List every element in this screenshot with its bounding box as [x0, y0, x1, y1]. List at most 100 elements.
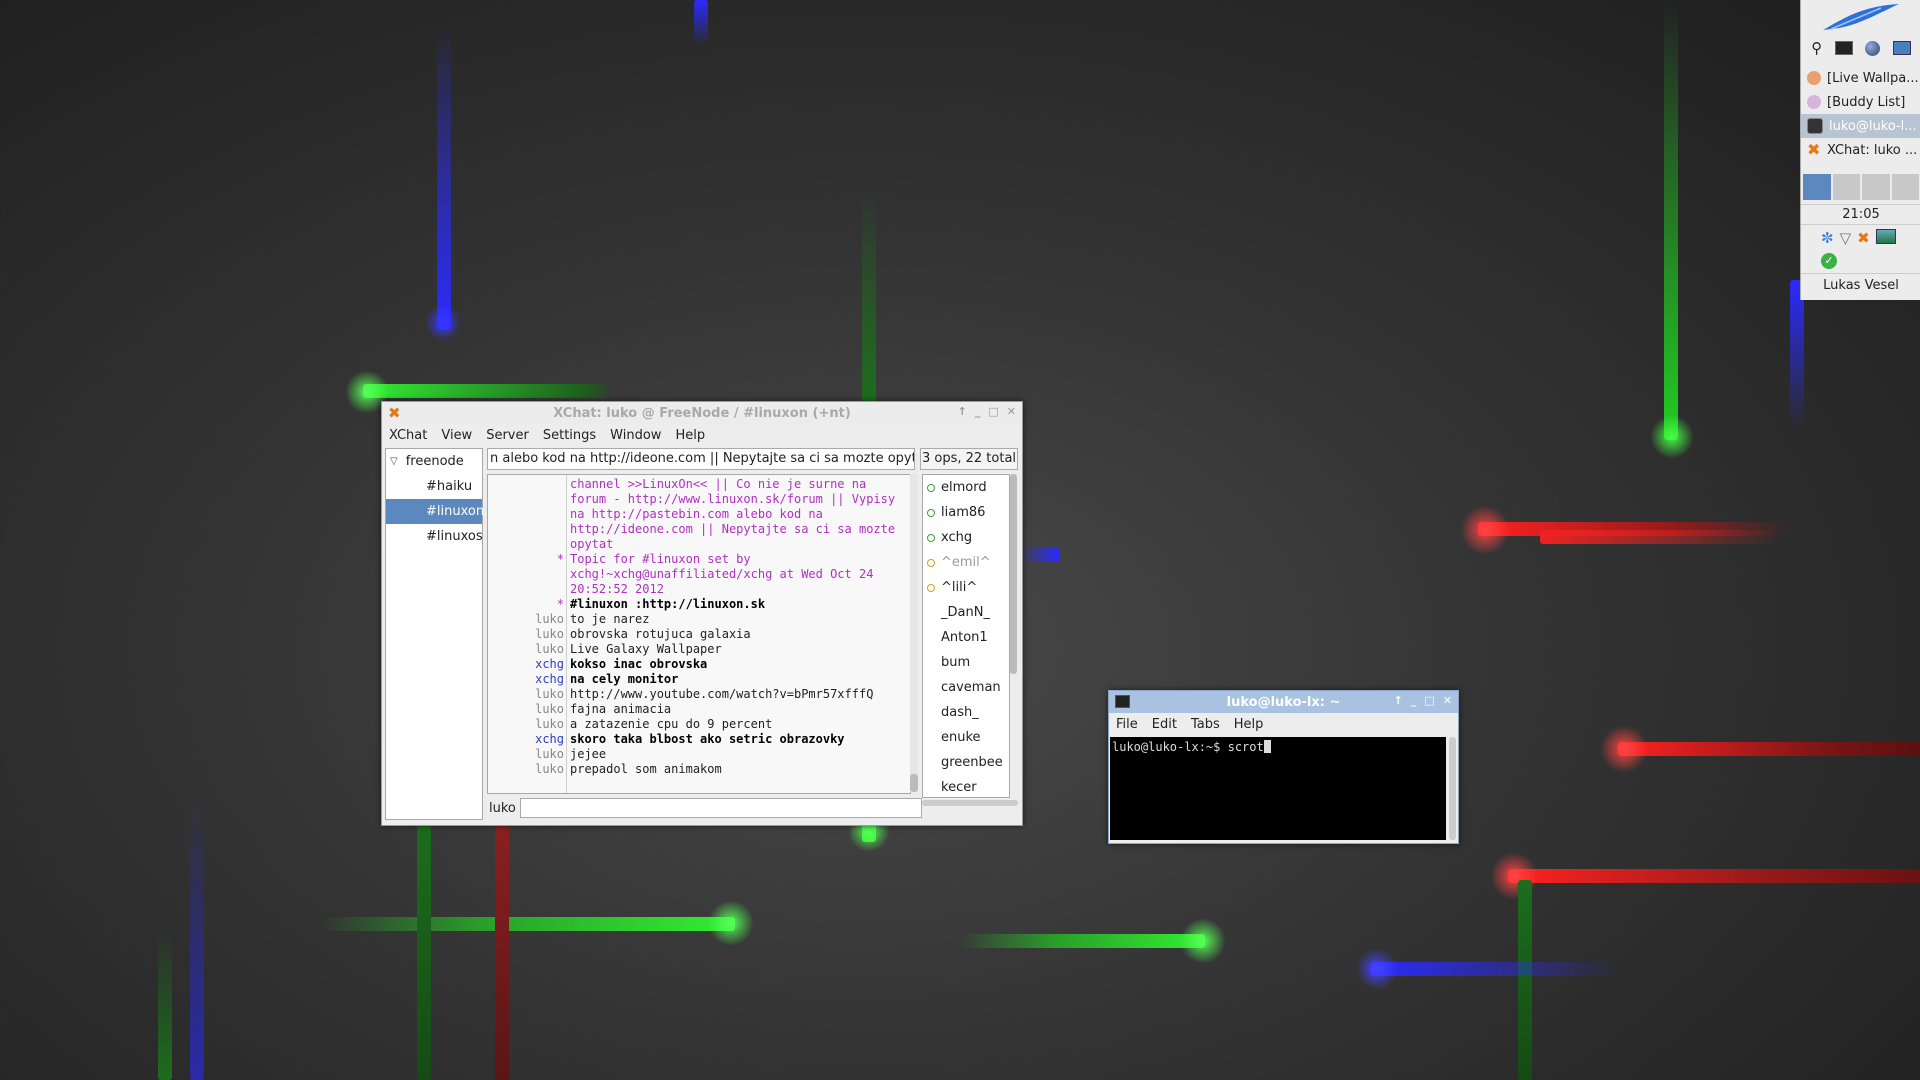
chat-nick[interactable]: * — [488, 597, 570, 612]
updates-icon[interactable]: ✼ — [1821, 229, 1834, 247]
user-list-item[interactable]: greenbee — [923, 750, 1009, 775]
task-terminal[interactable]: luko@luko-l... — [1801, 114, 1920, 138]
chat-nick[interactable] — [488, 522, 570, 537]
tree-channel-haiku[interactable]: #haiku — [386, 474, 482, 499]
task-buddy-list[interactable]: [Buddy List] — [1801, 90, 1920, 114]
expander-icon[interactable]: ▽ — [390, 456, 398, 467]
tree-channel-linuxon[interactable]: #linuxon — [386, 499, 484, 524]
menu-xchat[interactable]: XChat — [382, 428, 434, 443]
chat-nick[interactable]: luko — [488, 717, 570, 732]
menu-view[interactable]: View — [434, 428, 479, 443]
tree-network[interactable]: ▽ freenode — [386, 449, 482, 474]
terminal-scrollbar[interactable] — [1449, 737, 1456, 840]
xchat-tray-icon[interactable]: ✖ — [1857, 229, 1870, 247]
shade-icon[interactable]: ↑ — [1394, 694, 1403, 707]
chat-nick[interactable]: luko — [488, 702, 570, 717]
user-status-icon — [927, 558, 935, 567]
menu-file[interactable]: File — [1109, 717, 1145, 732]
user-name[interactable]: Lukas Vesel — [1801, 273, 1920, 293]
desktop-icon[interactable] — [1892, 41, 1911, 55]
task-label: luko@luko-l... — [1829, 118, 1917, 134]
chat-nick[interactable] — [488, 507, 570, 522]
chat-log[interactable]: channel >>LinuxOn<< || Co nie je surne n… — [487, 474, 911, 794]
task-live-wallpaper[interactable]: [Live Wallpa... — [1801, 66, 1920, 90]
user-list-item[interactable]: elmord — [923, 475, 1009, 500]
chat-nick[interactable]: xchg — [488, 732, 570, 747]
user-name: greenbee — [941, 755, 1003, 770]
chat-nick[interactable]: luko — [488, 762, 570, 777]
maximize-icon[interactable]: □ — [988, 405, 998, 418]
user-status-icon — [927, 609, 935, 617]
window-titlebar[interactable]: ✖ XChat: luko @ FreeNode / #linuxon (+nt… — [382, 402, 1022, 424]
browser-icon[interactable] — [1865, 40, 1881, 56]
pager-desktop-4[interactable] — [1891, 174, 1919, 200]
chat-nick[interactable] — [488, 567, 570, 582]
chat-nick[interactable] — [488, 477, 570, 492]
chat-scrollbar[interactable] — [910, 474, 918, 792]
terminal-screen[interactable]: luko@luko-lx:~$ scrot — [1110, 737, 1446, 840]
search-icon[interactable]: ⚲ — [1811, 39, 1822, 57]
userlist-scrollbar[interactable] — [1010, 474, 1017, 674]
close-icon[interactable]: ✕ — [1007, 405, 1016, 418]
pager-desktop-2[interactable] — [1832, 174, 1860, 200]
wallpaper-ray — [158, 930, 172, 1080]
user-list-item[interactable]: kecer — [923, 775, 1009, 797]
user-count: 3 ops, 22 total — [920, 448, 1018, 470]
chat-text: na cely monitor — [570, 672, 679, 686]
chat-nick[interactable] — [488, 537, 570, 552]
task-xchat[interactable]: ✖ XChat: luko ... — [1801, 138, 1920, 162]
scrollbar-thumb[interactable] — [910, 774, 918, 792]
user-list-item[interactable]: xchg — [923, 525, 1009, 550]
user-list-item[interactable]: liam86 — [923, 500, 1009, 525]
clock[interactable]: 21:05 — [1801, 204, 1920, 225]
menu-settings[interactable]: Settings — [536, 428, 603, 443]
menu-help[interactable]: Help — [1227, 717, 1271, 732]
maximize-icon[interactable]: □ — [1424, 694, 1434, 707]
message-input[interactable] — [520, 798, 922, 818]
pager-desktop-1[interactable] — [1803, 174, 1831, 200]
chat-line: luko obrovska rotujuca galaxia — [488, 627, 910, 642]
chat-nick[interactable]: luko — [488, 627, 570, 642]
chat-nick[interactable]: luko — [488, 642, 570, 657]
check-icon[interactable]: ✓ — [1821, 253, 1837, 269]
chat-nick[interactable] — [488, 492, 570, 507]
chat-nick[interactable] — [488, 582, 570, 597]
display-icon[interactable] — [1875, 229, 1896, 244]
menu-server[interactable]: Server — [479, 428, 536, 443]
user-list-item[interactable]: dash_ — [923, 700, 1009, 725]
user-list-item[interactable]: Anton1 — [923, 625, 1009, 650]
feather-logo-icon[interactable] — [1801, 0, 1920, 34]
close-icon[interactable]: ✕ — [1443, 694, 1452, 707]
user-list-item[interactable]: bum — [923, 650, 1009, 675]
chat-nick[interactable]: xchg — [488, 657, 570, 672]
user-status-icon — [927, 759, 935, 767]
menu-window[interactable]: Window — [603, 428, 668, 443]
input-nick[interactable]: luko — [489, 801, 516, 816]
user-list-item[interactable]: _DanN_ — [923, 600, 1009, 625]
shade-icon[interactable]: ↑ — [958, 405, 967, 418]
minimize-icon[interactable]: _ — [975, 405, 981, 418]
menu-tabs[interactable]: Tabs — [1184, 717, 1227, 732]
user-status-icon — [927, 684, 935, 692]
chat-line: luko prepadol som animakom — [488, 762, 910, 777]
menu-help[interactable]: Help — [668, 428, 712, 443]
user-list-item[interactable]: ^emil^ — [923, 550, 1009, 575]
chat-nick[interactable]: luko — [488, 612, 570, 627]
chat-nick[interactable]: luko — [488, 747, 570, 762]
topic-field[interactable]: n alebo kod na http://ideone.com || Nepy… — [487, 448, 915, 470]
chat-nick[interactable]: xchg — [488, 672, 570, 687]
user-list-item[interactable]: enuke — [923, 725, 1009, 750]
window-titlebar[interactable]: luko@luko-lx: ~ ↑ _ □ ✕ — [1109, 691, 1458, 713]
terminal-icon[interactable] — [1834, 41, 1853, 55]
chat-text: forum - http://www.linuxon.sk/forum || V… — [570, 492, 896, 506]
userlist-hscroll[interactable] — [922, 800, 1018, 806]
user-list-item[interactable]: caveman — [923, 675, 1009, 700]
chat-nick[interactable]: * — [488, 552, 570, 567]
chat-nick[interactable]: luko — [488, 687, 570, 702]
minimize-icon[interactable]: _ — [1411, 694, 1417, 707]
pager-desktop-3[interactable] — [1862, 174, 1890, 200]
user-list-item[interactable]: ^lili^ — [923, 575, 1009, 600]
menu-edit[interactable]: Edit — [1145, 717, 1184, 732]
tree-channel-linuxos[interactable]: #linuxos. — [386, 524, 482, 549]
wifi-icon[interactable]: ▽ — [1840, 229, 1852, 247]
